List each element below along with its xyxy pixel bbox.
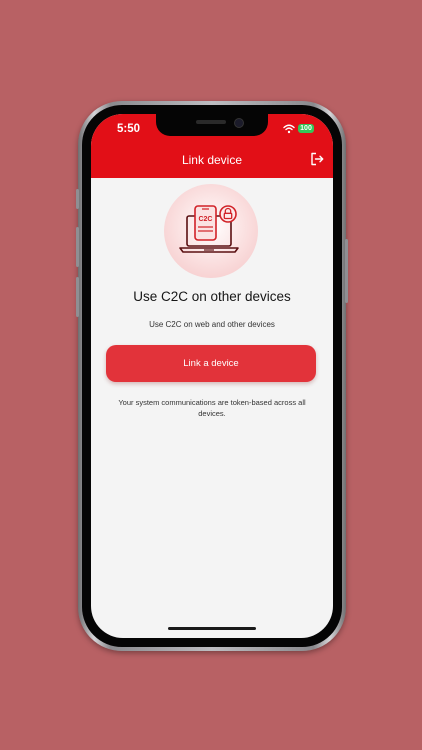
link-device-button[interactable]: Link a device (106, 345, 316, 382)
status-time: 5:50 (117, 123, 141, 135)
notch (156, 114, 268, 136)
volume-down-button (76, 277, 79, 317)
laptop-phone-lock-icon: C2C (179, 205, 239, 253)
badge-text: C2C (198, 216, 212, 223)
logout-icon[interactable] (310, 152, 324, 166)
silent-switch (76, 189, 79, 209)
page: 5:50 100 Link device C2C Use C2C on othe… (0, 0, 422, 750)
volume-up-button (76, 227, 79, 267)
power-button (345, 239, 348, 303)
link-device-illustration: C2C (164, 184, 258, 278)
main-heading: Use C2C on other devices (133, 289, 291, 304)
phone-screen: 5:50 100 Link device C2C Use C2C on othe… (91, 114, 333, 638)
app-bar: 5:50 100 Link device (91, 114, 333, 178)
home-indicator[interactable] (168, 627, 256, 630)
camera-icon (234, 118, 244, 128)
page-title: Link device (181, 153, 243, 167)
token-footnote: Your system communications are token-bas… (118, 398, 306, 418)
main-subheading: Use C2C on web and other devices (149, 320, 275, 329)
wifi-icon (283, 124, 295, 134)
speaker-grille (196, 120, 226, 124)
battery-icon: 100 (298, 124, 314, 133)
